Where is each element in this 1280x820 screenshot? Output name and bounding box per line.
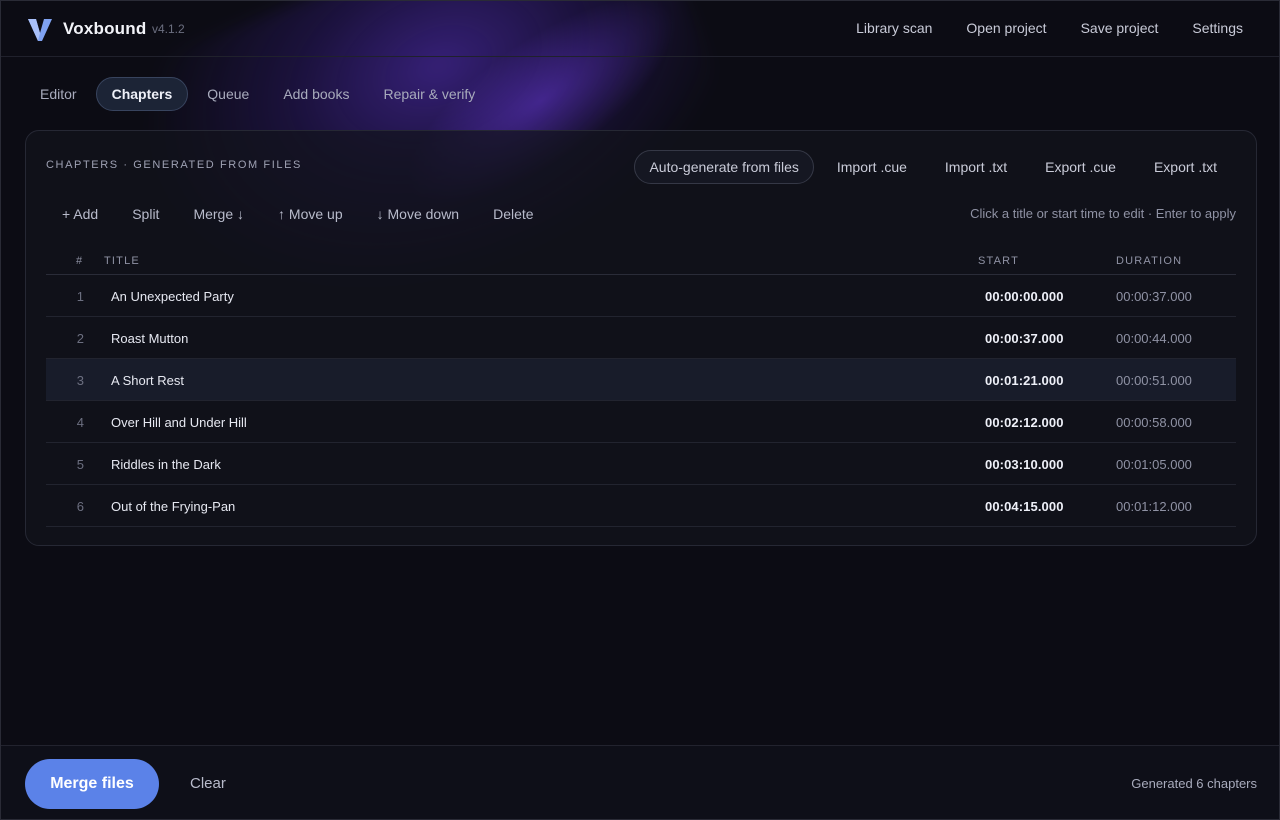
table-row[interactable]: 6 Out of the Frying-Pan 00:04:15.000 00:… <box>46 485 1236 527</box>
chapter-duration: 00:01:05.000 <box>1116 457 1192 472</box>
column-header-start: START <box>978 255 1020 267</box>
export-cue-button[interactable]: Export .cue <box>1026 150 1135 184</box>
chapter-start[interactable]: 00:01:21.000 <box>985 373 1064 388</box>
merge-down-button[interactable]: Merge ↓ <box>176 199 261 229</box>
tab-queue[interactable]: Queue <box>192 77 264 111</box>
table-row-selected[interactable]: 3 A Short Rest 00:01:21.000 00:00:51.000 <box>46 359 1236 401</box>
add-chapter-button[interactable]: + Add <box>46 199 115 229</box>
panel-title: CHAPTERS · GENERATED FROM FILES <box>46 159 302 171</box>
tab-editor[interactable]: Editor <box>25 77 92 111</box>
import-txt-button[interactable]: Import .txt <box>926 150 1026 184</box>
column-header-duration: DURATION <box>1116 255 1183 267</box>
tab-bar: Editor Chapters Queue Add books Repair &… <box>25 77 494 111</box>
chapter-title[interactable]: Riddles in the Dark <box>111 457 221 472</box>
merge-files-button[interactable]: Merge files <box>25 759 159 809</box>
column-header-num: # <box>76 255 84 267</box>
tab-chapters[interactable]: Chapters <box>95 77 189 111</box>
row-number: 4 <box>76 415 84 430</box>
row-number: 3 <box>76 373 84 388</box>
table-header: # TITLE START DURATION <box>46 251 1236 275</box>
panel-actions: Auto-generate from files Import .cue Imp… <box>634 150 1236 184</box>
chapter-title[interactable]: Out of the Frying-Pan <box>111 499 235 514</box>
chapters-table: # TITLE START DURATION 1 An Unexpected P… <box>46 251 1236 527</box>
chapter-duration: 00:00:51.000 <box>1116 373 1192 388</box>
column-header-title: TITLE <box>104 255 140 267</box>
chapter-start[interactable]: 00:04:15.000 <box>985 499 1064 514</box>
chapter-title[interactable]: An Unexpected Party <box>111 289 234 304</box>
library-scan-button[interactable]: Library scan <box>856 20 932 36</box>
export-txt-button[interactable]: Export .txt <box>1135 150 1236 184</box>
row-number: 2 <box>76 331 84 346</box>
chapters-panel: CHAPTERS · GENERATED FROM FILES Auto-gen… <box>25 130 1257 546</box>
save-project-button[interactable]: Save project <box>1081 20 1159 36</box>
clear-button[interactable]: Clear <box>190 775 226 792</box>
chapter-title[interactable]: Over Hill and Under Hill <box>111 415 247 430</box>
chapter-duration: 00:01:12.000 <box>1116 499 1192 514</box>
open-project-button[interactable]: Open project <box>966 20 1046 36</box>
row-number: 5 <box>76 457 84 472</box>
app-version: v4.1.2 <box>152 22 185 36</box>
footer-bar: Merge files Clear Generated 6 chapters <box>1 745 1279 819</box>
header-nav: Library scan Open project Save project S… <box>856 20 1243 36</box>
row-number: 1 <box>76 289 84 304</box>
chapter-title[interactable]: Roast Mutton <box>111 331 188 346</box>
move-down-button[interactable]: ↓ Move down <box>360 199 476 229</box>
chapter-duration: 00:00:44.000 <box>1116 331 1192 346</box>
header-bar: Voxbound v4.1.2 Library scan Open projec… <box>1 1 1279 57</box>
chapter-start[interactable]: 00:03:10.000 <box>985 457 1064 472</box>
import-cue-button[interactable]: Import .cue <box>818 150 926 184</box>
chapter-start[interactable]: 00:00:00.000 <box>985 289 1064 304</box>
chapter-start[interactable]: 00:02:12.000 <box>985 415 1064 430</box>
tab-add-books[interactable]: Add books <box>268 77 364 111</box>
table-row[interactable]: 4 Over Hill and Under Hill 00:02:12.000 … <box>46 401 1236 443</box>
voxbound-logo-icon <box>28 19 52 41</box>
app-window: Voxbound v4.1.2 Library scan Open projec… <box>0 0 1280 820</box>
settings-button[interactable]: Settings <box>1192 20 1243 36</box>
chapter-duration: 00:00:58.000 <box>1116 415 1192 430</box>
status-text: Generated 6 chapters <box>1131 776 1257 791</box>
row-number: 6 <box>76 499 84 514</box>
chapter-start[interactable]: 00:00:37.000 <box>985 331 1064 346</box>
chapter-title[interactable]: A Short Rest <box>111 373 184 388</box>
tab-repair-verify[interactable]: Repair & verify <box>368 77 490 111</box>
auto-generate-button[interactable]: Auto-generate from files <box>634 150 814 184</box>
table-row[interactable]: 1 An Unexpected Party 00:00:00.000 00:00… <box>46 275 1236 317</box>
split-button[interactable]: Split <box>115 199 176 229</box>
chapter-toolbar: + Add Split Merge ↓ ↑ Move up ↓ Move dow… <box>46 199 551 229</box>
table-row[interactable]: 5 Riddles in the Dark 00:03:10.000 00:01… <box>46 443 1236 485</box>
app-name: Voxbound <box>63 19 147 38</box>
edit-hint: Click a title or start time to edit · En… <box>970 206 1236 221</box>
move-up-button[interactable]: ↑ Move up <box>261 199 360 229</box>
chapter-duration: 00:00:37.000 <box>1116 289 1192 304</box>
delete-button[interactable]: Delete <box>476 199 550 229</box>
table-row[interactable]: 2 Roast Mutton 00:00:37.000 00:00:44.000 <box>46 317 1236 359</box>
